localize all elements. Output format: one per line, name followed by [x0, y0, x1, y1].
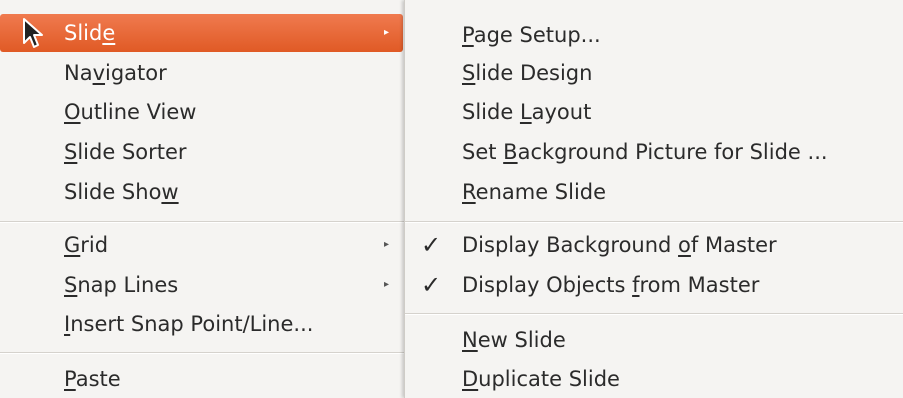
menu-item-label: Display Objects from Master [462, 273, 760, 297]
submenu-arrow-icon: ▸ [384, 239, 390, 250]
menu-item-label: New Slide [462, 328, 566, 352]
menu-item-navigator[interactable]: Navigator [0, 54, 405, 92]
menu-item-slide-show[interactable]: Slide Show [0, 173, 405, 211]
menu-item-label: Rename Slide [462, 180, 607, 204]
menu-item-label: Grid [64, 233, 109, 257]
menu-item-snap-lines[interactable]: Snap Lines ▸ [0, 266, 405, 304]
submenu-item-new-slide[interactable]: New Slide [405, 321, 903, 359]
context-menu: Slide ▸ Navigator Outline View Slide Sor… [0, 0, 406, 398]
menu-separator [0, 352, 405, 354]
mouse-pointer-icon [23, 18, 43, 48]
menu-item-slide[interactable]: Slide ▸ [0, 14, 403, 52]
submenu-item-set-background-picture[interactable]: Set Background Picture for Slide ... [405, 133, 903, 171]
menu-item-label: Navigator [64, 61, 167, 85]
menu-separator [0, 221, 405, 223]
menu-item-insert-snap-point[interactable]: Insert Snap Point/Line... [0, 305, 405, 343]
menu-item-label: Set Background Picture for Slide ... [462, 140, 828, 164]
menu-separator [405, 221, 903, 223]
menu-item-label: Slide Layout [462, 100, 592, 124]
menu-item-label: Paste [64, 367, 121, 391]
menu-item-label: Snap Lines [64, 273, 179, 297]
submenu-item-slide-design[interactable]: Slide Design [405, 54, 903, 92]
menu-item-label: Slide Sorter [64, 140, 187, 164]
menu-item-label: Slide [64, 21, 116, 45]
submenu-arrow-icon: ▸ [384, 279, 390, 290]
submenu-item-duplicate-slide[interactable]: Duplicate Slide [405, 360, 903, 398]
submenu-item-rename-slide[interactable]: Rename Slide [405, 173, 903, 211]
menu-item-grid[interactable]: Grid ▸ [0, 226, 405, 264]
slide-submenu: Page Setup... Slide Design Slide Layout … [404, 0, 903, 398]
menu-item-label: Display Background of Master [462, 233, 777, 257]
submenu-item-display-objects-from-master[interactable]: ✓ Display Objects from Master [405, 266, 903, 304]
menu-item-label: Insert Snap Point/Line... [64, 312, 314, 336]
menu-item-label: Slide Design [462, 61, 593, 85]
checkmark-icon: ✓ [421, 231, 442, 259]
menu-item-slide-sorter[interactable]: Slide Sorter [0, 133, 405, 171]
menu-item-label: Duplicate Slide [462, 367, 620, 391]
menu-item-label: Slide Show [64, 180, 179, 204]
menu-item-outline-view[interactable]: Outline View [0, 93, 405, 131]
submenu-item-page-setup[interactable]: Page Setup... [405, 16, 903, 54]
submenu-item-display-background-of-master[interactable]: ✓ Display Background of Master [405, 226, 903, 264]
checkmark-icon: ✓ [421, 271, 442, 299]
submenu-item-slide-layout[interactable]: Slide Layout [405, 93, 903, 131]
menu-item-label: Page Setup... [462, 23, 601, 47]
submenu-arrow-icon: ▸ [384, 27, 390, 38]
menu-separator [405, 313, 903, 315]
menu-item-label: Outline View [64, 100, 197, 124]
menu-item-paste[interactable]: Paste [0, 360, 405, 398]
